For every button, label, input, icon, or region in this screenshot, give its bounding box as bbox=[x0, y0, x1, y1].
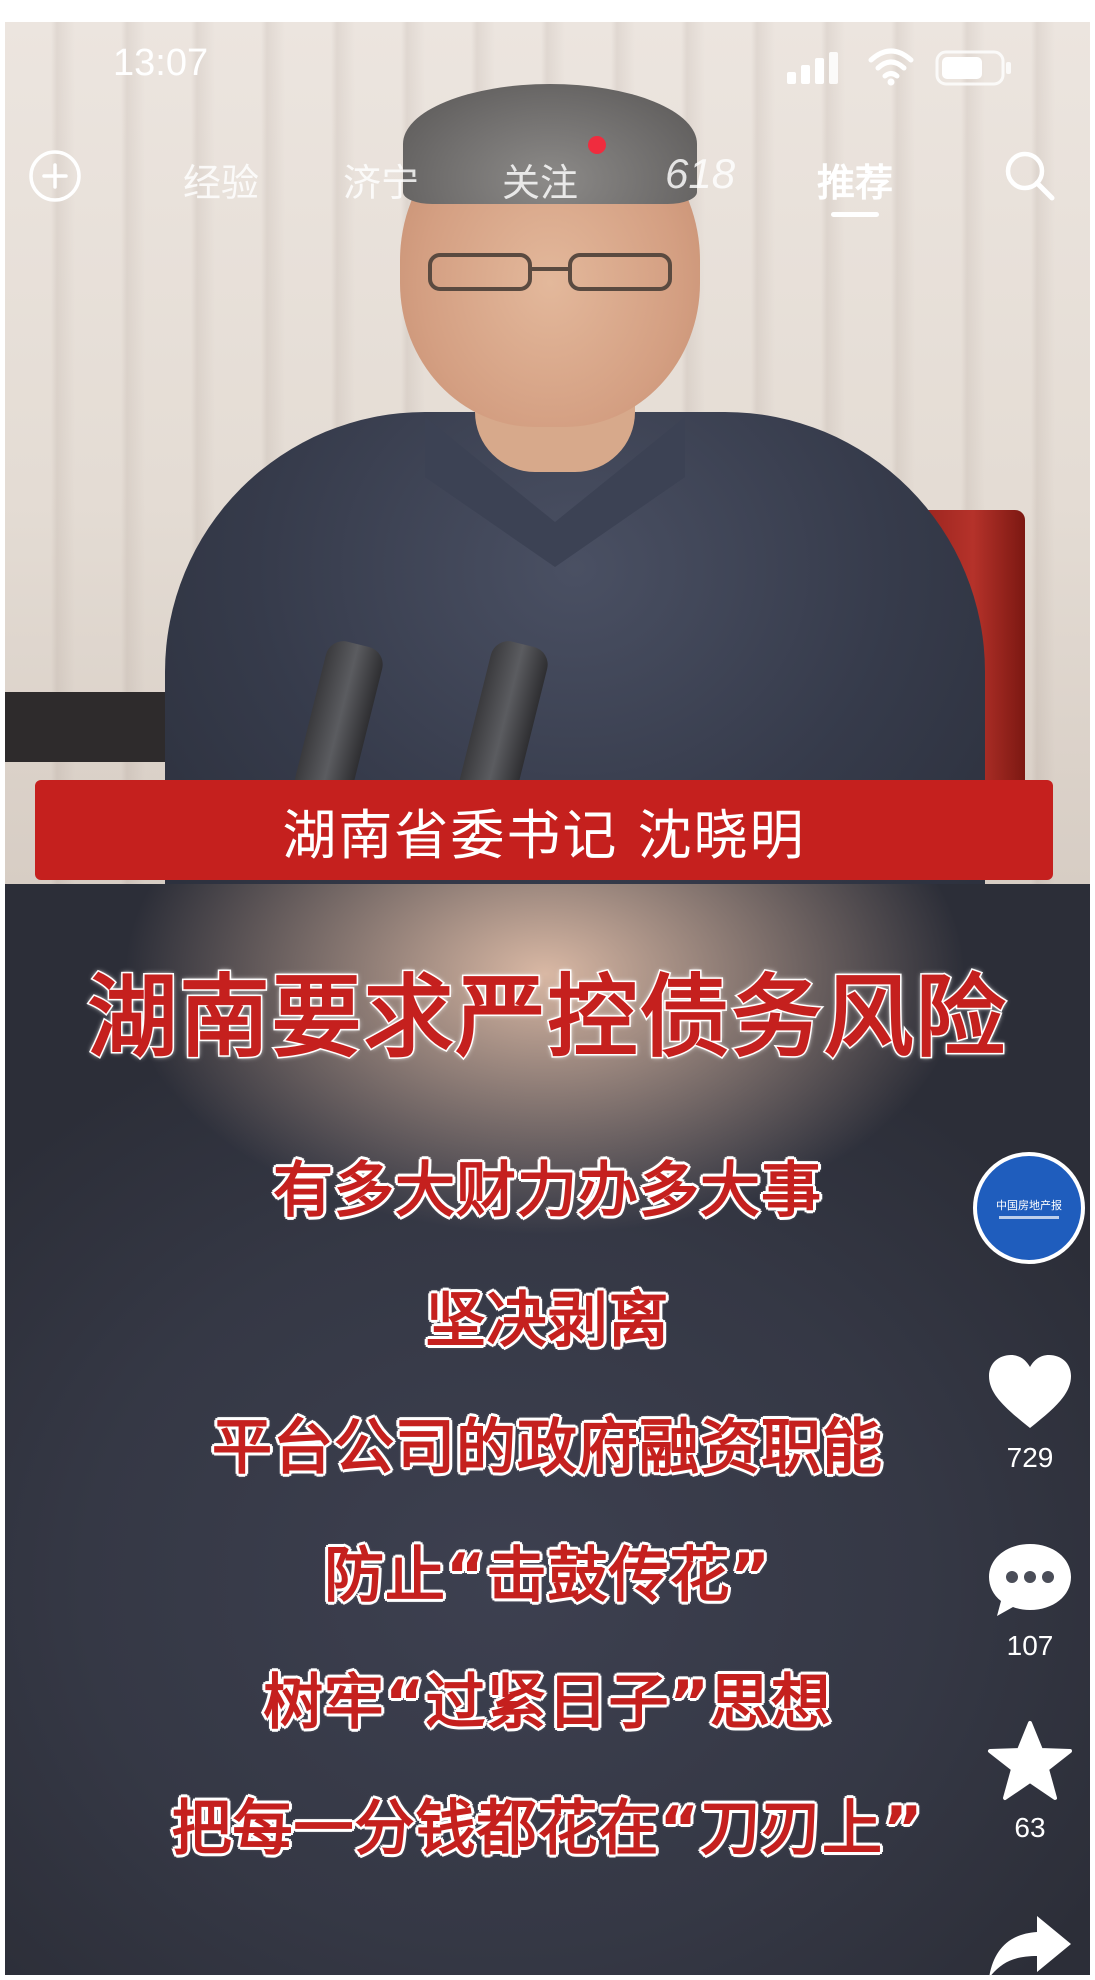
comment-icon bbox=[989, 1544, 1071, 1616]
top-nav: 经验 济宁 关注 618 推荐 bbox=[5, 136, 1090, 220]
share-icon bbox=[989, 1916, 1071, 1975]
battery-icon bbox=[935, 50, 1011, 86]
signal-icon bbox=[787, 52, 838, 84]
table-edge bbox=[5, 692, 185, 762]
tab-jining[interactable]: 济宁 bbox=[343, 152, 419, 207]
like-button[interactable]: 729 bbox=[965, 1352, 1090, 1474]
favorite-button[interactable]: 63 bbox=[965, 1720, 1090, 1844]
wifi-icon bbox=[868, 48, 914, 86]
overlay-line: 平台公司的政府融资职能 bbox=[212, 1413, 883, 1483]
caption-banner: 湖南省委书记 沈晓明 bbox=[35, 780, 1053, 880]
video-screen[interactable]: 13:07 经验 济宁 关注 618 推荐 湖南省委书记 沈晓明 湖南要求严控债… bbox=[5, 22, 1090, 1975]
overlay-line: 树牢“过紧日子”思想 bbox=[263, 1668, 832, 1738]
video-headline: 湖南要求严控债务风险 bbox=[86, 964, 1008, 1072]
overlay-line: 把每一分钱都花在“刀刃上” bbox=[171, 1794, 924, 1864]
avatar-logo-rule bbox=[999, 1216, 1059, 1219]
speaker-glasses bbox=[428, 253, 672, 291]
overlay-line: 坚决剥离 bbox=[425, 1286, 670, 1356]
favorite-count: 63 bbox=[1014, 1812, 1046, 1843]
share-button[interactable] bbox=[965, 1912, 1090, 1975]
avatar-logo-text: 中国房地产报 bbox=[996, 1199, 1062, 1212]
overlay-line: 防止“击鼓传花” bbox=[324, 1541, 771, 1611]
like-count: 729 bbox=[1006, 1442, 1054, 1473]
comment-count: 107 bbox=[1006, 1630, 1054, 1661]
star-icon bbox=[988, 1721, 1072, 1800]
active-tab-indicator bbox=[831, 212, 879, 217]
caption-text: 湖南省委书记 沈晓明 bbox=[282, 803, 806, 867]
search-icon[interactable] bbox=[1000, 146, 1060, 206]
overlay-line: 有多大财力办多大事 bbox=[273, 1156, 822, 1226]
status-time: 13:07 bbox=[113, 42, 209, 84]
notification-dot bbox=[588, 136, 606, 154]
comment-button[interactable]: 107 bbox=[965, 1540, 1090, 1662]
status-bar: 13:07 bbox=[5, 22, 1090, 112]
heart-icon bbox=[989, 1355, 1071, 1428]
tab-618[interactable]: 618 bbox=[665, 150, 735, 198]
tab-following[interactable]: 关注 bbox=[502, 152, 578, 207]
tab-experience[interactable]: 经验 bbox=[183, 152, 259, 207]
author-avatar[interactable]: 中国房地产报 bbox=[973, 1152, 1085, 1264]
tab-recommended[interactable]: 推荐 bbox=[817, 152, 893, 207]
add-icon[interactable] bbox=[27, 148, 83, 204]
